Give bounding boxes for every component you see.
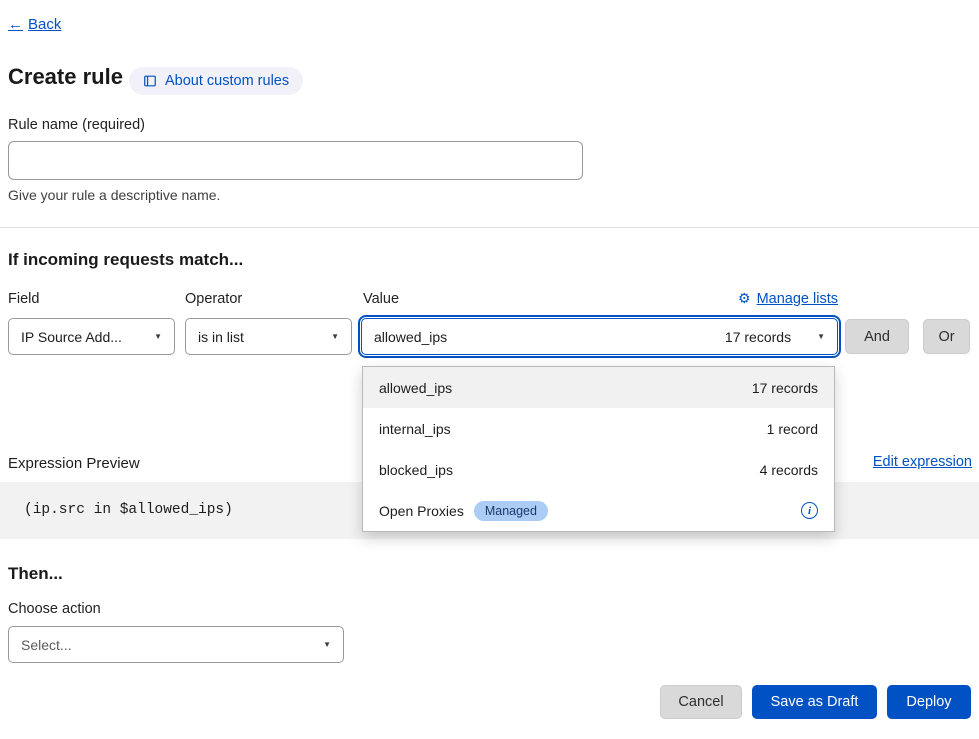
list-item-records: 17 records <box>752 380 818 396</box>
manage-lists-link[interactable]: ⚙ Manage lists <box>738 290 838 307</box>
edit-expression-link[interactable]: Edit expression <box>873 454 972 470</box>
gear-icon: ⚙ <box>738 290 751 307</box>
back-arrow-icon: ← <box>8 16 23 33</box>
rule-name-helper-text: Give your rule a descriptive name. <box>8 187 220 203</box>
chevron-down-icon: ▼ <box>323 640 331 649</box>
list-item-records: 4 records <box>760 462 818 478</box>
about-custom-rules-label: About custom rules <box>165 73 289 89</box>
list-item-name: internal_ips <box>379 421 451 437</box>
operator-column-label: Operator <box>185 291 242 307</box>
page-title: Create rule <box>8 64 123 90</box>
value-column-label: Value <box>363 291 399 307</box>
and-button[interactable]: And <box>845 319 909 354</box>
cancel-button[interactable]: Cancel <box>660 685 742 719</box>
then-section-heading: Then... <box>8 564 63 584</box>
about-custom-rules-link[interactable]: About custom rules <box>129 67 303 95</box>
or-button[interactable]: Or <box>923 319 970 354</box>
managed-badge: Managed <box>474 501 548 521</box>
action-select-placeholder: Select... <box>21 637 72 653</box>
list-item-blocked-ips[interactable]: blocked_ips 4 records <box>363 449 834 490</box>
field-column-label: Field <box>8 291 39 307</box>
section-divider <box>0 227 979 228</box>
info-icon[interactable]: i <box>801 502 818 519</box>
chevron-down-icon: ▼ <box>154 332 162 341</box>
action-select[interactable]: Select... ▼ <box>8 626 344 663</box>
list-item-allowed-ips[interactable]: allowed_ips 17 records <box>363 367 834 408</box>
rule-name-input[interactable] <box>8 141 583 180</box>
value-select-records: 17 records <box>725 329 791 345</box>
book-icon <box>143 74 157 88</box>
list-item-name: Open Proxies <box>379 503 464 519</box>
back-link-label: Back <box>28 16 61 33</box>
field-select-value: IP Source Add... <box>21 329 122 345</box>
choose-action-label: Choose action <box>8 601 101 617</box>
list-item-records: 1 record <box>767 421 818 437</box>
list-item-name: blocked_ips <box>379 462 453 478</box>
chevron-down-icon: ▼ <box>331 332 339 341</box>
field-select[interactable]: IP Source Add... ▼ <box>8 318 175 355</box>
value-select[interactable]: allowed_ips 17 records ▼ <box>361 318 838 355</box>
list-item-internal-ips[interactable]: internal_ips 1 record <box>363 408 834 449</box>
deploy-button[interactable]: Deploy <box>887 685 971 719</box>
value-select-value: allowed_ips <box>374 329 447 345</box>
manage-lists-label: Manage lists <box>757 291 838 307</box>
back-link[interactable]: ← Back <box>8 16 61 33</box>
list-item-name: allowed_ips <box>379 380 452 396</box>
expression-preview-label: Expression Preview <box>8 455 140 472</box>
match-section-heading: If incoming requests match... <box>8 250 243 270</box>
list-item-open-proxies[interactable]: Open Proxies Managed i <box>363 490 834 531</box>
operator-select[interactable]: is in list ▼ <box>185 318 352 355</box>
value-dropdown-menu: allowed_ips 17 records internal_ips 1 re… <box>362 366 835 532</box>
chevron-down-icon: ▼ <box>817 332 825 341</box>
save-as-draft-button[interactable]: Save as Draft <box>752 685 877 719</box>
operator-select-value: is in list <box>198 329 244 345</box>
create-rule-page: ← Back Create rule About custom rules Ru… <box>0 0 979 739</box>
rule-name-label: Rule name (required) <box>8 117 145 133</box>
